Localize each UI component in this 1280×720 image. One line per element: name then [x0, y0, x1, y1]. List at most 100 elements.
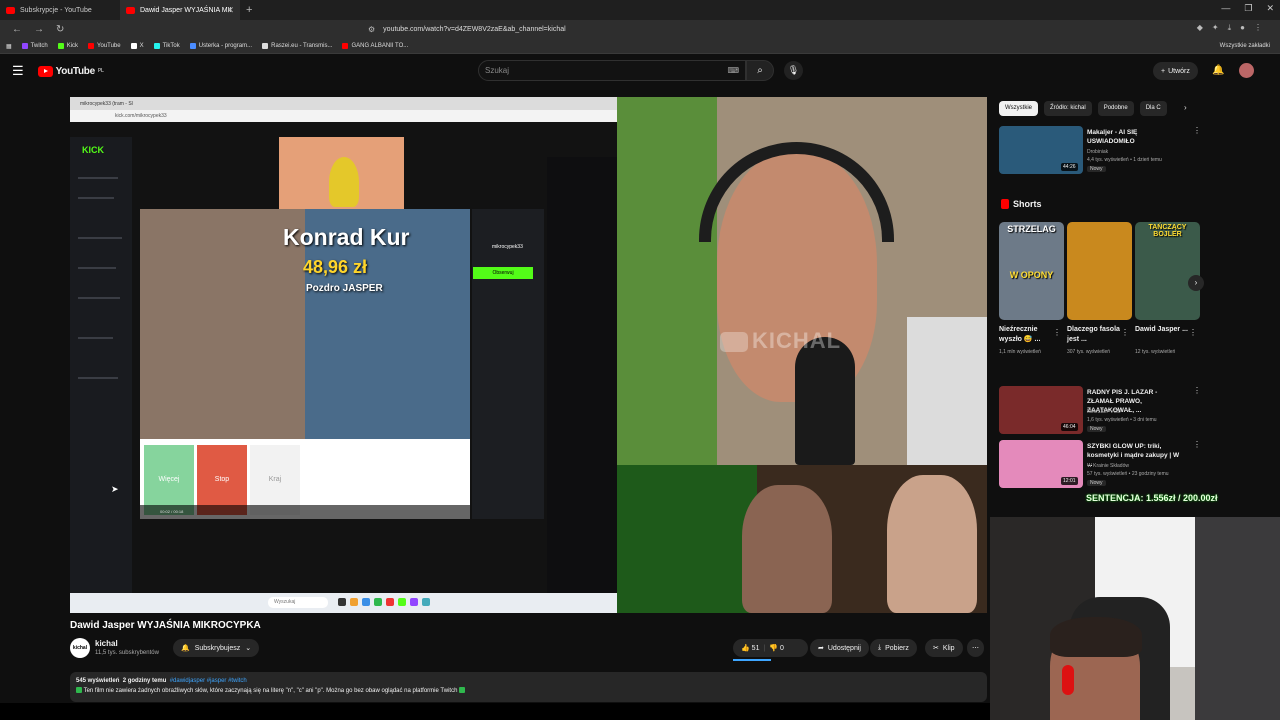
x-icon	[130, 43, 137, 49]
more-vert-icon[interactable]: ⋮	[1193, 126, 1201, 135]
capture-sidebar	[70, 137, 132, 597]
channel-name[interactable]: kichal	[95, 639, 118, 648]
more-vert-icon[interactable]: ⋮	[1053, 328, 1061, 337]
shorts-next-button[interactable]: ›	[1188, 275, 1204, 291]
dislike-button[interactable]: 👎 0	[769, 644, 784, 652]
more-icon[interactable]: ⋮	[1254, 23, 1262, 33]
download-icon: ⤓	[878, 644, 882, 651]
downloads-icon[interactable]: ⤓	[1228, 23, 1232, 33]
close-window-icon[interactable]: ✕	[1266, 3, 1274, 14]
youtube-logo[interactable]: YouTube PL	[37, 65, 104, 77]
reload-icon[interactable]: ↻	[56, 24, 64, 35]
capture-line	[78, 337, 113, 339]
duration-badge: 12:01	[1061, 477, 1078, 485]
recommendation-item[interactable]: 12:01 SZYBKI GLOW UP: triki, kosmetyki i…	[999, 440, 1201, 488]
short-views: 12 tys. wyświetleń	[1135, 349, 1176, 355]
short-overlay-text: W OPONY	[1009, 270, 1054, 280]
kick-logo: KICK	[82, 145, 104, 155]
short-title[interactable]: Dlaczego fasola jest ...	[1067, 325, 1123, 345]
clip-button[interactable]: ✂ Klip	[925, 639, 963, 657]
share-button[interactable]: ➦ Udostępnij	[810, 639, 869, 657]
more-vert-icon[interactable]: ⋮	[1193, 386, 1201, 395]
tiktok-icon	[153, 43, 160, 49]
maximize-icon[interactable]: ❐	[1244, 3, 1252, 14]
video-player[interactable]: mikrocypek33 (tram - Sl kick.com/mikrocy…	[70, 97, 987, 613]
search-button[interactable]: ⌕	[746, 60, 774, 81]
short-title[interactable]: Dawid Jasper ...	[1135, 325, 1191, 335]
apps-icon[interactable]: ▦	[6, 43, 12, 50]
bookmark-gang[interactable]: GANG ALBANII TO...	[342, 43, 408, 49]
like-button[interactable]: 👍 51	[741, 644, 759, 652]
chip-source[interactable]: Źródło: kichal	[1044, 101, 1092, 116]
more-actions-button[interactable]: ⋯	[967, 639, 984, 657]
all-bookmarks[interactable]: Wszystkie zakładki	[1220, 43, 1270, 49]
recommendation-channel: Mike1337 VOD	[1087, 409, 1121, 415]
keyboard-icon[interactable]: ⌨	[727, 66, 739, 75]
more-vert-icon[interactable]: ⋮	[1121, 328, 1129, 337]
short-item[interactable]	[1067, 222, 1132, 320]
bookmark-youtube[interactable]: YouTube	[88, 43, 121, 49]
extension-icon[interactable]: ◆	[1197, 23, 1203, 33]
youtube-favicon-icon	[6, 6, 15, 14]
baby-figure	[742, 485, 832, 613]
short-item[interactable]: TAŃCZĄCY BOJLER	[1135, 222, 1200, 320]
omnibox[interactable]: ⚙ youtube.com/watch?v=d4ZEW8V2zaE&ab_cha…	[368, 22, 908, 37]
back-icon[interactable]: ←	[12, 24, 22, 35]
tab-video[interactable]: Dawid Jasper WYJAŚNIA MII ✕	[120, 0, 240, 20]
chip-all[interactable]: Wszystkie	[999, 101, 1038, 116]
capture-chat	[547, 157, 617, 597]
description-box[interactable]: 545 wyświetleń 2 godziny temu #dawidjasp…	[70, 672, 987, 702]
bookmark-twitch[interactable]: Twitch	[21, 43, 48, 49]
channel-avatar[interactable]: kichal	[70, 638, 90, 658]
tab-subscriptions[interactable]: Subskrypcje - YouTube	[0, 0, 120, 20]
new-badge: Nowy	[1087, 480, 1106, 486]
site-info-icon[interactable]: ⚙	[368, 25, 375, 34]
minimize-icon[interactable]: —	[1221, 3, 1230, 14]
forward-icon[interactable]: →	[34, 24, 44, 35]
notifications-bell-icon[interactable]: 🔔	[1212, 65, 1224, 76]
recommendation-meta: 57 tys. wyświetleń • 23 godziny temu	[1087, 471, 1169, 477]
subscribe-button[interactable]: 🔔 Subskrybujesz ⌄	[173, 639, 260, 657]
filter-chips: Wszystkie Źródło: kichal Podobne Dla C	[999, 101, 1167, 116]
taskbar-app-icon	[374, 598, 382, 606]
create-button[interactable]: + Utwórz	[1153, 62, 1198, 80]
new-tab-button[interactable]: +	[246, 4, 252, 16]
chip-for-you[interactable]: Dla C	[1139, 101, 1167, 116]
bell-icon: 🔔	[181, 645, 190, 652]
description-text-row: Ten film nie zawiera żadnych obraźliwych…	[76, 686, 981, 696]
hamburger-menu-icon[interactable]: ☰	[12, 63, 24, 79]
more-vert-icon[interactable]: ⋮	[1193, 440, 1201, 449]
avatar[interactable]	[1239, 63, 1254, 78]
capture-line	[78, 267, 116, 269]
browser-tabbar: Subskrypcje - YouTube Dawid Jasper WYJAŚ…	[0, 0, 1280, 20]
screen-capture: mikrocypek33 (tram - Sl kick.com/mikrocy…	[70, 97, 617, 613]
bookmark-tiktok[interactable]: TikTok	[153, 43, 180, 49]
chip-similar[interactable]: Podobne	[1097, 101, 1134, 116]
search-input[interactable]: Szukaj ⌨	[478, 60, 746, 81]
bookmark-kick[interactable]: Kick	[57, 43, 78, 49]
recommendation-item[interactable]: 46:04 RADNY PIS J. LAZAR - ZŁAMAŁ PRAWO,…	[999, 386, 1201, 434]
bookmark-x[interactable]: X	[130, 43, 144, 49]
description-text: Ten film nie zawiera żadnych obraźliwych…	[83, 688, 458, 694]
bookmark-raszei[interactable]: Raszei.eu - Transmis...	[262, 43, 332, 49]
webcam-hair	[1050, 617, 1142, 657]
recommendation-item[interactable]: 44:26 Makaljer - AI SIĘ USWIADOMIŁO Drob…	[999, 126, 1201, 174]
hashtags[interactable]: #dawidjasper #jasper #twitch	[170, 678, 247, 684]
puzzle-icon[interactable]: ✦	[1212, 23, 1219, 33]
red-headphones-icon	[1062, 665, 1074, 695]
profile-icon[interactable]: ●	[1240, 23, 1245, 33]
short-title[interactable]: Nieźrecznie wyszło 😅 ...	[999, 325, 1055, 345]
bookmark-usterka[interactable]: Usterka - program...	[189, 43, 252, 49]
download-button[interactable]: ⤓ Pobierz	[870, 639, 917, 657]
close-tab-icon[interactable]: ✕	[226, 5, 234, 16]
more-vert-icon[interactable]: ⋮	[1189, 328, 1197, 337]
short-item[interactable]: STRZELAG W OPONY	[999, 222, 1064, 320]
short-overlay-text: STRZELAG	[1007, 224, 1056, 234]
check-icon	[459, 687, 466, 694]
guest-camera	[617, 465, 987, 613]
chevron-right-icon[interactable]: ›	[1184, 103, 1187, 112]
mouse-cursor-icon: ➤	[111, 484, 119, 494]
streamer-camera	[617, 97, 987, 465]
voice-search-button[interactable]: 🎙	[784, 61, 803, 80]
capture-url: kick.com/mikrocypek33	[70, 110, 617, 122]
